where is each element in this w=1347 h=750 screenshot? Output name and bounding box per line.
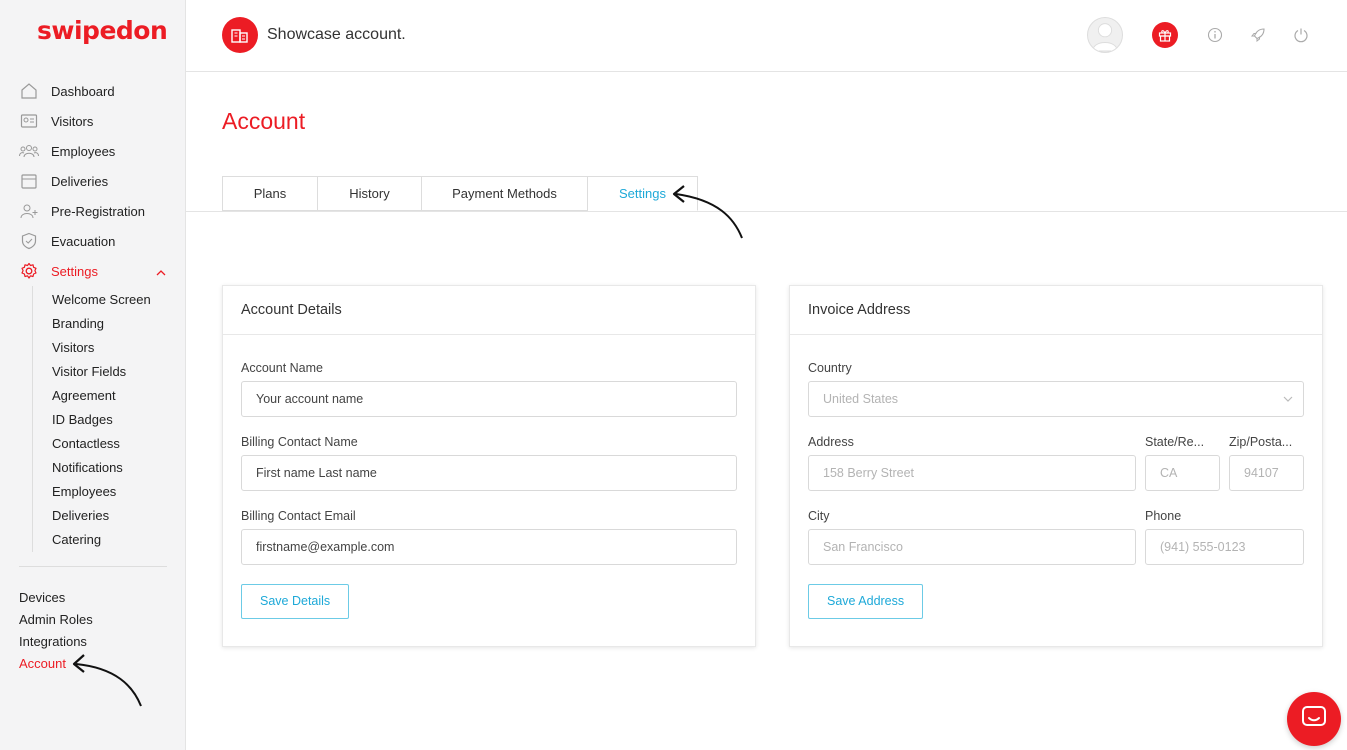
- top-header: Showcase account.: [186, 0, 1347, 72]
- billing-contact-name-label: Billing Contact Name: [241, 435, 358, 449]
- country-value: United States: [823, 392, 899, 406]
- chevron-up-icon[interactable]: [156, 264, 166, 279]
- sidebar-item-visitors[interactable]: Visitors: [0, 106, 186, 136]
- swipedon-logo[interactable]: swipedon: [37, 16, 168, 45]
- sidebar-item-admin-roles[interactable]: Admin Roles: [19, 609, 93, 631]
- tab-payment-methods[interactable]: Payment Methods: [422, 176, 588, 211]
- info-icon[interactable]: [1205, 25, 1225, 45]
- tab-history[interactable]: History: [318, 176, 422, 211]
- subnav-item-deliveries[interactable]: Deliveries: [33, 504, 186, 528]
- rocket-icon[interactable]: [1248, 25, 1268, 45]
- billing-contact-email-input[interactable]: firstname@example.com: [241, 529, 737, 565]
- account-name-label: Account Name: [241, 361, 323, 375]
- zip-label: Zip/Posta...: [1229, 435, 1293, 449]
- billing-contact-name-input[interactable]: First name Last name: [241, 455, 737, 491]
- country-select[interactable]: United States: [808, 381, 1304, 417]
- sidebar-item-dashboard[interactable]: Dashboard: [0, 76, 186, 106]
- id-card-icon: [19, 111, 39, 131]
- billing-contact-email-label: Billing Contact Email: [241, 509, 356, 523]
- shield-icon: [19, 231, 39, 251]
- subnav-item-notifications[interactable]: Notifications: [33, 456, 186, 480]
- sidebar-item-label: Employees: [51, 143, 116, 159]
- home-icon: [19, 81, 39, 101]
- sidebar-item-label: Settings: [51, 263, 98, 279]
- card-title: Invoice Address: [790, 286, 1322, 335]
- sidebar-divider: [19, 566, 167, 567]
- address-input[interactable]: 158 Berry Street: [808, 455, 1136, 491]
- organization-name: Showcase account.: [267, 26, 406, 43]
- building-icon[interactable]: [222, 17, 258, 53]
- avatar[interactable]: [1087, 17, 1123, 53]
- sidebar-item-deliveries[interactable]: Deliveries: [0, 166, 186, 196]
- tab-settings[interactable]: Settings: [588, 176, 698, 211]
- sidebar-item-label: Dashboard: [51, 83, 115, 99]
- account-tabs: Plans History Payment Methods Settings: [222, 176, 698, 211]
- country-label: Country: [808, 361, 852, 375]
- subnav-item-branding[interactable]: Branding: [33, 312, 186, 336]
- phone-input[interactable]: (941) 555-0123: [1145, 529, 1304, 565]
- subnav-item-welcome-screen[interactable]: Welcome Screen: [33, 288, 186, 312]
- sidebar-item-pre-registration[interactable]: Pre-Registration: [0, 196, 186, 226]
- subnav-item-visitor-fields[interactable]: Visitor Fields: [33, 360, 186, 384]
- gift-icon[interactable]: [1152, 22, 1178, 48]
- main-nav: Dashboard Visitors Employees Deliveries …: [0, 76, 186, 552]
- secondary-nav: Devices Admin Roles Integrations Account: [19, 587, 93, 675]
- sidebar-item-label: Deliveries: [51, 173, 109, 189]
- sidebar-item-integrations[interactable]: Integrations: [19, 631, 93, 653]
- sidebar-item-employees[interactable]: Employees: [0, 136, 186, 166]
- save-details-button[interactable]: Save Details: [241, 584, 350, 619]
- card-title: Account Details: [223, 286, 755, 335]
- subnav-item-id-badges[interactable]: ID Badges: [33, 408, 186, 432]
- sidebar-item-evacuation[interactable]: Evacuation: [0, 226, 186, 256]
- user-plus-icon: [19, 201, 39, 221]
- subnav-item-visitors[interactable]: Visitors: [33, 336, 186, 360]
- box-icon: [19, 171, 39, 191]
- invoice-address-card: Invoice Address Country United States Ad…: [789, 285, 1323, 647]
- sidebar-item-devices[interactable]: Devices: [19, 587, 93, 609]
- settings-subnav: Welcome Screen Branding Visitors Visitor…: [32, 286, 186, 552]
- chat-launcher-button[interactable]: [1287, 692, 1341, 746]
- tab-plans[interactable]: Plans: [222, 176, 318, 211]
- save-address-button[interactable]: Save Address: [808, 584, 924, 619]
- account-details-card: Account Details Account Name Your accoun…: [222, 285, 756, 647]
- subnav-item-employees[interactable]: Employees: [33, 480, 186, 504]
- phone-label: Phone: [1145, 509, 1182, 523]
- gear-icon: [19, 261, 39, 281]
- sidebar-item-account[interactable]: Account: [19, 653, 93, 675]
- subnav-item-catering[interactable]: Catering: [33, 528, 186, 552]
- sidebar: swipedon Dashboard Visitors Employees De…: [0, 0, 186, 750]
- city-label: City: [808, 509, 830, 523]
- account-name-input[interactable]: Your account name: [241, 381, 737, 417]
- zip-input[interactable]: 94107: [1229, 455, 1304, 491]
- people-icon: [19, 141, 39, 161]
- subnav-item-contactless[interactable]: Contactless: [33, 432, 186, 456]
- chat-icon: [1301, 705, 1327, 734]
- tabs-divider: [186, 211, 1347, 212]
- sidebar-item-label: Pre-Registration: [51, 203, 145, 219]
- state-input[interactable]: CA: [1145, 455, 1220, 491]
- subnav-item-agreement[interactable]: Agreement: [33, 384, 186, 408]
- sidebar-item-settings[interactable]: Settings: [0, 256, 186, 286]
- state-label: State/Re...: [1145, 435, 1205, 449]
- chevron-down-icon: [1283, 382, 1293, 416]
- city-input[interactable]: San Francisco: [808, 529, 1136, 565]
- address-label: Address: [808, 435, 854, 449]
- power-icon[interactable]: [1291, 25, 1311, 45]
- sidebar-item-label: Evacuation: [51, 233, 116, 249]
- page-title: Account: [222, 108, 306, 134]
- sidebar-item-label: Visitors: [51, 113, 94, 129]
